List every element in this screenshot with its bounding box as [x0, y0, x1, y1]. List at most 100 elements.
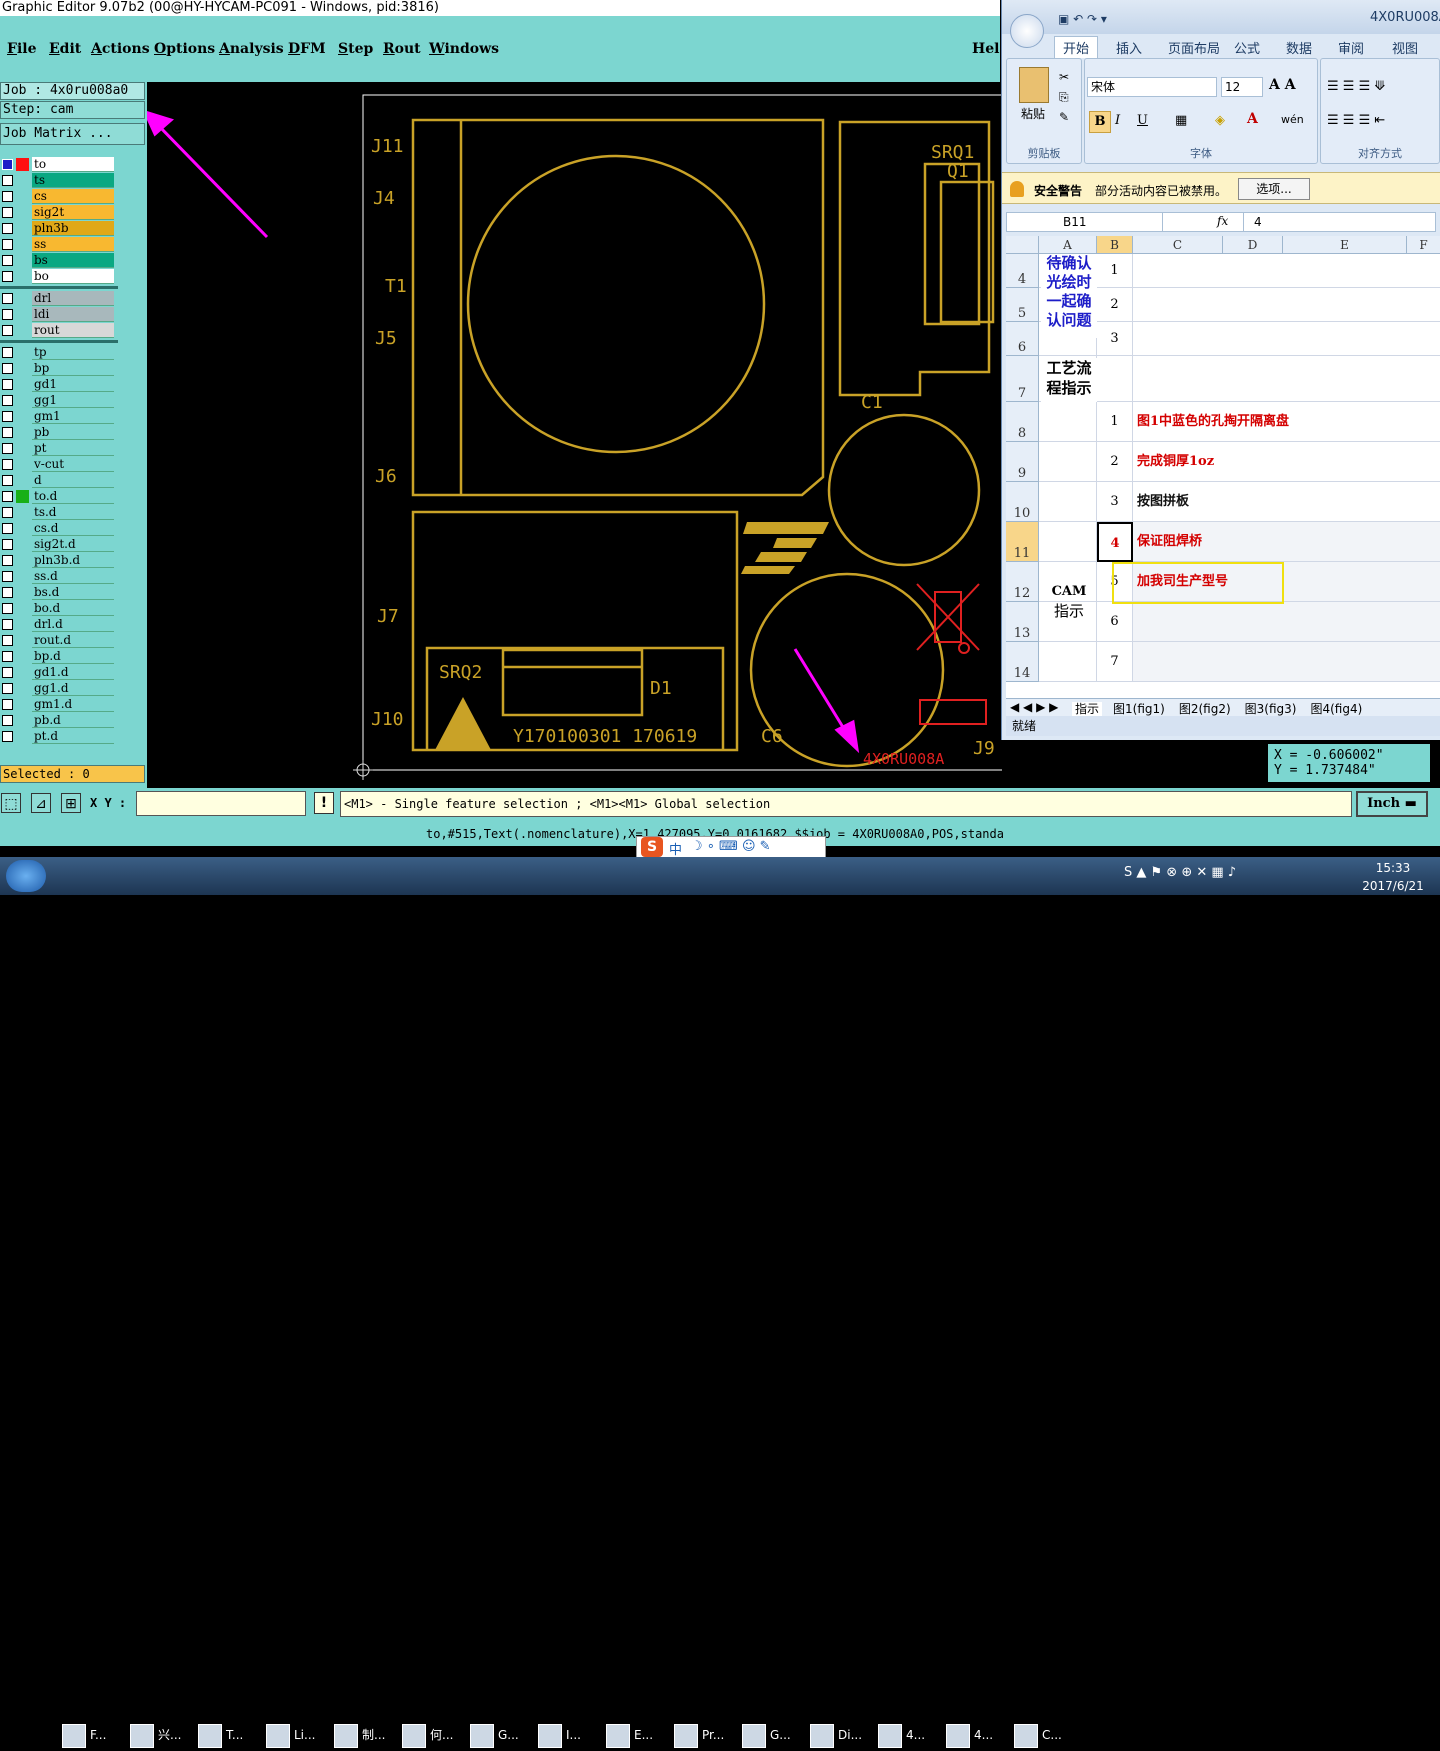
- cell-c[interactable]: [1133, 322, 1440, 356]
- sheet-tab-1[interactable]: 图1(fig1): [1110, 702, 1168, 716]
- layer-checkbox[interactable]: [2, 309, 13, 320]
- layer-name[interactable]: bp: [32, 361, 114, 376]
- ribbon-tab-6[interactable]: 视图: [1392, 38, 1418, 57]
- taskbar-item-5[interactable]: 何...: [402, 1719, 464, 1751]
- underline-button[interactable]: U: [1137, 113, 1148, 128]
- merged-cell-process[interactable]: 工艺流程指示: [1041, 358, 1097, 402]
- cell-b[interactable]: 3: [1097, 322, 1133, 356]
- menu-dfm[interactable]: DFM: [288, 41, 326, 57]
- layer-checkbox[interactable]: [2, 731, 13, 742]
- row-header[interactable]: 14: [1006, 642, 1039, 682]
- row-header[interactable]: 6: [1006, 322, 1039, 356]
- measure-tool-icon[interactable]: ⊿: [31, 793, 51, 813]
- layer-row-gm1[interactable]: gm1: [0, 409, 118, 424]
- layer-checkbox[interactable]: [2, 539, 13, 550]
- layer-checkbox[interactable]: [2, 459, 13, 470]
- cell-b[interactable]: 1: [1097, 402, 1133, 442]
- layer-row-rout.d[interactable]: rout.d: [0, 633, 118, 648]
- cell-b[interactable]: 7: [1097, 642, 1133, 682]
- layer-checkbox[interactable]: [2, 379, 13, 390]
- layer-name[interactable]: ts: [32, 173, 114, 188]
- layer-name[interactable]: pt.d: [32, 729, 114, 744]
- layer-checkbox[interactable]: [2, 347, 13, 358]
- layer-name[interactable]: v-cut: [32, 457, 114, 472]
- layer-name[interactable]: to.d: [32, 489, 114, 504]
- col-header-e[interactable]: E: [1283, 236, 1407, 254]
- cell-c[interactable]: [1133, 254, 1440, 288]
- menu-analysis[interactable]: Analysis: [219, 41, 284, 57]
- layer-row-sig2t[interactable]: sig2t: [0, 205, 118, 220]
- grow-font-icon[interactable]: A A: [1269, 77, 1296, 93]
- taskbar-item-13[interactable]: 4...: [946, 1719, 1008, 1751]
- cell-b[interactable]: 6: [1097, 602, 1133, 642]
- cell-b[interactable]: 2: [1097, 288, 1133, 322]
- layer-row-gg1[interactable]: gg1: [0, 393, 118, 408]
- cell-b[interactable]: 1: [1097, 254, 1133, 288]
- layer-row-v-cut[interactable]: v-cut: [0, 457, 118, 472]
- taskbar-item-9[interactable]: Pr...: [674, 1719, 736, 1751]
- clipboard-icons[interactable]: ✂ ⎘ ✎: [1059, 67, 1069, 127]
- layer-checkbox[interactable]: [2, 271, 13, 282]
- clock-time[interactable]: 15:33: [1350, 861, 1436, 875]
- office-button[interactable]: [1010, 14, 1044, 48]
- cell-a[interactable]: [1039, 402, 1097, 442]
- cell-c[interactable]: [1133, 602, 1440, 642]
- cell-b[interactable]: 4: [1097, 522, 1133, 562]
- cell-c[interactable]: 完成铜厚1oz: [1133, 442, 1440, 482]
- font-name-box[interactable]: 宋体: [1087, 77, 1217, 97]
- cell-c[interactable]: [1133, 356, 1440, 402]
- layer-name[interactable]: d: [32, 473, 114, 488]
- col-header-f[interactable]: F: [1407, 236, 1440, 254]
- layer-row-cs[interactable]: cs: [0, 189, 118, 204]
- layer-name[interactable]: bs: [32, 253, 114, 268]
- menu-edit[interactable]: Edit: [49, 41, 81, 57]
- bold-button[interactable]: B: [1089, 111, 1111, 133]
- layer-checkbox[interactable]: [2, 223, 13, 234]
- sheet-nav-icons[interactable]: ◀ ◀ ▶ ▶: [1010, 700, 1058, 714]
- layer-name[interactable]: sig2t: [32, 205, 114, 220]
- borders-icon[interactable]: ▦: [1175, 113, 1187, 128]
- layer-name[interactable]: rout.d: [32, 633, 114, 648]
- name-box[interactable]: B11: [1007, 213, 1163, 231]
- col-header-c[interactable]: C: [1133, 236, 1223, 254]
- ribbon-tab-1[interactable]: 插入: [1116, 38, 1142, 57]
- layer-row-ts[interactable]: ts: [0, 173, 118, 188]
- layer-checkbox[interactable]: [2, 507, 13, 518]
- layer-name[interactable]: gm1.d: [32, 697, 114, 712]
- layer-row-to.d[interactable]: to.d: [0, 489, 118, 504]
- grid-tool-icon[interactable]: ⊞: [61, 793, 81, 813]
- formula-input[interactable]: 4: [1243, 213, 1262, 231]
- col-header-b[interactable]: B: [1097, 236, 1133, 254]
- taskbar-item-1[interactable]: 兴...: [130, 1719, 192, 1751]
- xy-input[interactable]: [136, 791, 306, 816]
- sheet-tab-3[interactable]: 图3(fig3): [1242, 702, 1300, 716]
- layer-checkbox[interactable]: [2, 443, 13, 454]
- layer-checkbox[interactable]: [2, 191, 13, 202]
- fill-color-icon[interactable]: ◈: [1215, 113, 1225, 128]
- select-all-corner[interactable]: [1006, 236, 1039, 254]
- cell-c[interactable]: 保证阻焊桥: [1133, 522, 1440, 562]
- layer-checkbox[interactable]: [2, 475, 13, 486]
- layer-name[interactable]: pt: [32, 441, 114, 456]
- cell-b[interactable]: 2: [1097, 442, 1133, 482]
- row-header[interactable]: 10: [1006, 482, 1039, 522]
- ribbon-tab-5[interactable]: 审阅: [1338, 38, 1364, 57]
- layer-checkbox[interactable]: [2, 207, 13, 218]
- layer-name[interactable]: drl: [32, 291, 114, 306]
- taskbar-item-6[interactable]: G...: [470, 1719, 532, 1751]
- layer-row-sig2t.d[interactable]: sig2t.d: [0, 537, 118, 552]
- layer-row-gg1.d[interactable]: gg1.d: [0, 681, 118, 696]
- layer-row-ss.d[interactable]: ss.d: [0, 569, 118, 584]
- layer-row-gd1.d[interactable]: gd1.d: [0, 665, 118, 680]
- sheet-tab-4[interactable]: 图4(fig4): [1307, 702, 1365, 716]
- menu-help[interactable]: Hel: [972, 41, 999, 57]
- taskbar-item-10[interactable]: G...: [742, 1719, 804, 1751]
- menu-windows[interactable]: Windows: [429, 41, 499, 57]
- layer-checkbox[interactable]: [2, 587, 13, 598]
- quick-access-icons[interactable]: ▣ ↶ ↷ ▾: [1058, 12, 1107, 26]
- layer-row-ldi[interactable]: ldi: [0, 307, 118, 322]
- layer-name[interactable]: gm1: [32, 409, 114, 424]
- layer-name[interactable]: ss: [32, 237, 114, 252]
- ime-tools-icon[interactable]: ☽ ∘ ⌨ ☺ ✎: [691, 839, 771, 854]
- row-header[interactable]: 12: [1006, 562, 1039, 602]
